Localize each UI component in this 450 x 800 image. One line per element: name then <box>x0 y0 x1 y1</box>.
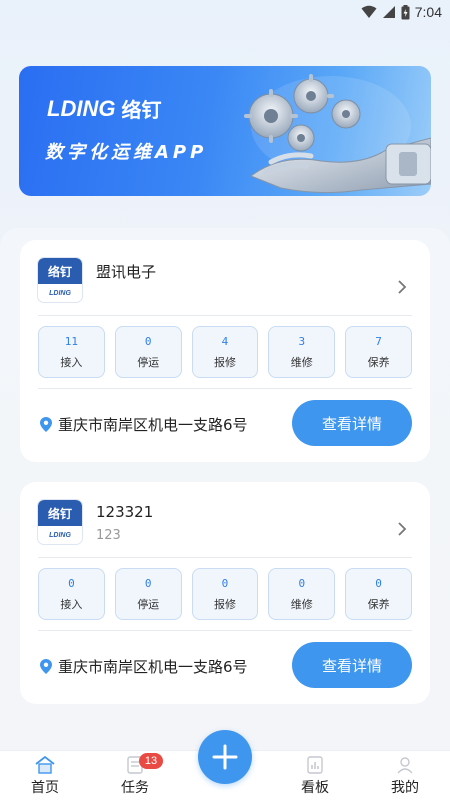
stat-reported[interactable]: 0 报修 <box>191 568 259 620</box>
stat-value: 7 <box>375 334 382 348</box>
home-icon <box>35 755 55 774</box>
view-details-button[interactable]: 查看详情 <box>292 400 412 446</box>
nav-label-profile: 我的 <box>391 780 419 796</box>
device-list-panel: 络钉 LDING 盟讯电子 11 接入 0 停运 4 报修 3 维修 7 保养 重庆市南岸… <box>0 228 450 758</box>
signal-icon <box>382 6 395 18</box>
chevron-right-icon[interactable] <box>396 522 408 536</box>
battery-icon <box>401 4 410 19</box>
nav-item-dashboard[interactable]: 看板 <box>285 755 345 797</box>
banner-logo: LDING 络钉 <box>47 94 161 123</box>
robot-hand-gears-illustration <box>244 74 431 194</box>
chevron-right-icon[interactable] <box>396 280 408 294</box>
device-stats: 11 接入 0 停运 4 报修 3 维修 7 保养 <box>38 326 412 378</box>
device-logo-cn: 络钉 <box>47 506 72 521</box>
divider <box>38 315 412 316</box>
location-pin-icon <box>40 417 52 432</box>
profile-icon <box>397 757 413 774</box>
stat-value: 11 <box>64 334 79 348</box>
stat-maintenance[interactable]: 7 保养 <box>345 326 412 378</box>
nav-item-profile[interactable]: 我的 <box>375 755 435 797</box>
wifi-icon <box>361 5 377 18</box>
device-name: 盟讯电子 <box>96 263 157 281</box>
stat-value: 0 <box>68 576 75 590</box>
stat-value: 3 <box>298 334 306 348</box>
view-details-button[interactable]: 查看详情 <box>292 642 412 688</box>
stat-value: 4 <box>221 334 229 348</box>
stat-repairing[interactable]: 0 维修 <box>268 568 336 620</box>
device-stats: 0 接入 0 停运 0 报修 0 维修 0 保养 <box>38 568 412 620</box>
stat-label: 接入 <box>60 355 83 369</box>
stat-value: 0 <box>221 576 229 590</box>
device-address: 重庆市南岸区机电一支路6号 <box>40 414 248 435</box>
device-name: 123321 <box>96 503 154 521</box>
banner-subtitle: 数字化运维APP <box>45 142 208 163</box>
device-card-header[interactable]: 络钉 LDING 盟讯电子 <box>38 258 412 320</box>
device-code: 123 <box>96 528 121 543</box>
stat-maintenance[interactable]: 0 保养 <box>345 568 412 620</box>
stat-label: 保养 <box>367 597 390 611</box>
stat-label: 维修 <box>290 597 313 611</box>
nav-label-dashboard: 看板 <box>301 780 329 796</box>
stat-reported[interactable]: 4 报修 <box>191 326 259 378</box>
nav-item-home[interactable]: 首页 <box>15 755 75 797</box>
stat-value: 0 <box>144 576 152 590</box>
device-address-text: 重庆市南岸区机电一支路6号 <box>58 416 248 434</box>
stat-value: 0 <box>144 334 152 348</box>
nav-item-tasks[interactable]: 13 任务 <box>105 753 165 797</box>
device-card: 络钉 LDING 盟讯电子 11 接入 0 停运 4 报修 3 维修 7 保养 重庆市南岸… <box>20 240 430 462</box>
task-count-badge: 13 <box>139 753 163 769</box>
stat-label: 维修 <box>290 355 313 369</box>
promo-banner[interactable]: LDING 络钉 数字化运维APP <box>19 66 431 196</box>
stat-value: 0 <box>298 576 306 590</box>
status-bar: 7:04 <box>0 0 450 26</box>
add-button[interactable] <box>198 730 252 784</box>
stat-access[interactable]: 0 接入 <box>38 568 105 620</box>
banner-logo-cn: 络钉 <box>121 98 162 122</box>
device-card-header[interactable]: 络钉 LDING 123321 123 <box>38 500 412 562</box>
stat-value: 0 <box>375 576 382 590</box>
stat-access[interactable]: 11 接入 <box>38 326 105 378</box>
stat-label: 报修 <box>213 355 236 369</box>
plus-icon <box>212 744 238 770</box>
status-icons: 7:04 <box>361 3 442 21</box>
device-logo-en: LDING <box>49 289 71 297</box>
stat-stopped[interactable]: 0 停运 <box>114 568 182 620</box>
nav-label-tasks: 任务 <box>121 780 149 796</box>
device-address: 重庆市南岸区机电一支路6号 <box>40 656 248 677</box>
stat-label: 保养 <box>367 355 390 369</box>
stat-stopped[interactable]: 0 停运 <box>114 326 182 378</box>
device-logo: 络钉 LDING <box>38 258 82 302</box>
nav-label-home: 首页 <box>31 780 59 796</box>
divider <box>38 630 412 631</box>
stat-label: 停运 <box>137 355 160 369</box>
stat-label: 接入 <box>60 597 83 611</box>
location-pin-icon <box>40 659 52 674</box>
device-logo-en: LDING <box>49 531 71 539</box>
device-address-text: 重庆市南岸区机电一支路6号 <box>58 658 248 676</box>
stat-label: 停运 <box>137 597 160 611</box>
device-logo: 络钉 LDING <box>38 500 82 544</box>
device-card: 络钉 LDING 123321 123 0 接入 0 停运 0 报修 0 维修 0 保养 … <box>20 482 430 704</box>
device-logo-cn: 络钉 <box>47 264 72 279</box>
stat-repairing[interactable]: 3 维修 <box>268 326 336 378</box>
dashboard-icon <box>307 756 323 774</box>
status-time: 7:04 <box>414 4 442 20</box>
stat-label: 报修 <box>213 597 236 611</box>
divider <box>38 557 412 558</box>
divider <box>38 388 412 389</box>
banner-logo-en: LDING <box>47 95 116 121</box>
